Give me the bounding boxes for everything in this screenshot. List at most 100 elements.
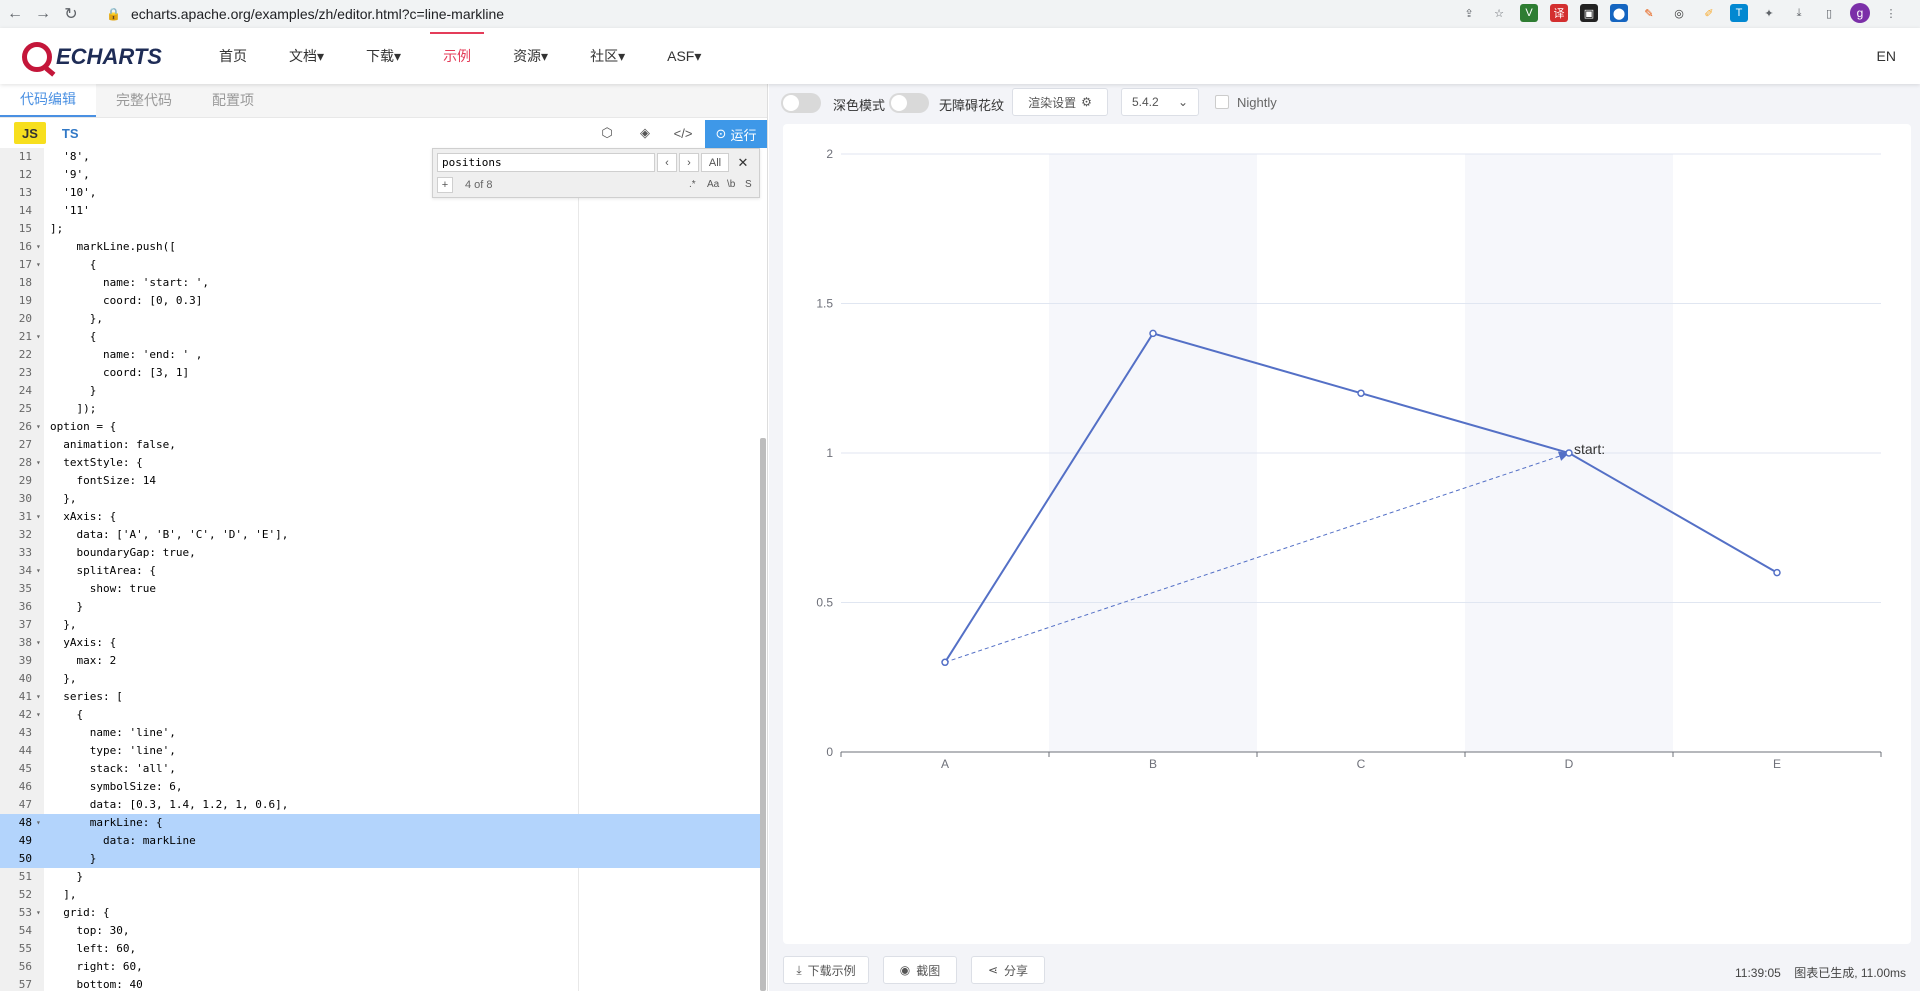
share-icon[interactable]: ⇪: [1460, 4, 1478, 22]
fold-arrow-icon[interactable]: ▾: [36, 256, 41, 274]
nav-download[interactable]: 下载▾: [345, 28, 422, 84]
code-extension-icon[interactable]: ◎: [1670, 4, 1688, 22]
sidepanel-icon[interactable]: ▯: [1820, 4, 1838, 22]
find-all-button[interactable]: All: [701, 153, 729, 172]
nav-asf[interactable]: ASF▾: [646, 28, 722, 84]
code-format-icon[interactable]: </>: [674, 124, 693, 142]
line-text: series: [: [50, 690, 123, 703]
close-icon[interactable]: ✕: [733, 153, 753, 172]
nav-community[interactable]: 社区▾: [569, 28, 646, 84]
download-example-button[interactable]: ⤓ 下载示例: [783, 956, 869, 984]
fold-arrow-icon[interactable]: ▾: [36, 238, 41, 256]
puzzle-icon[interactable]: ✦: [1760, 4, 1778, 22]
nav-resources[interactable]: 资源▾: [492, 28, 569, 84]
pen-extension-icon[interactable]: ✎: [1640, 4, 1658, 22]
code-line: 26 ▾ option = {: [0, 418, 760, 436]
fold-arrow-icon[interactable]: ▾: [36, 508, 41, 526]
echarts-logo[interactable]: ECHARTS: [22, 42, 162, 72]
aria-toggle[interactable]: [889, 93, 929, 113]
tab-full-code[interactable]: 完整代码: [96, 83, 192, 117]
reload-icon[interactable]: ↻: [58, 1, 84, 27]
picker-extension-icon[interactable]: ⬤: [1610, 4, 1628, 22]
dark-mode-toggle[interactable]: [781, 93, 821, 113]
line-number: 20: [18, 312, 32, 325]
case-option[interactable]: Aa: [707, 179, 719, 190]
codepen-icon[interactable]: ⬡: [598, 124, 616, 142]
t-extension-icon[interactable]: T: [1730, 4, 1748, 22]
render-settings-button[interactable]: 渲染设置 ⚙: [1012, 88, 1108, 116]
line-text: data: markLine: [50, 834, 196, 847]
fold-arrow-icon[interactable]: ▾: [36, 814, 41, 832]
fold-arrow-icon[interactable]: ▾: [36, 418, 41, 436]
screenshot-button[interactable]: ◉ 截图: [883, 956, 957, 984]
line-text: bottom: 40: [50, 978, 143, 991]
nav-docs[interactable]: 文档▾: [268, 28, 345, 84]
line-text: markLine.push([: [50, 240, 176, 253]
run-button[interactable]: ⊙ 运行: [705, 120, 767, 148]
series-point: [1149, 329, 1157, 338]
fold-arrow-icon[interactable]: ▾: [36, 328, 41, 346]
qr-extension-icon[interactable]: ▣: [1580, 4, 1598, 22]
download-icon[interactable]: ⤓: [1790, 4, 1808, 22]
editor-scrollbar[interactable]: [760, 438, 766, 991]
code-line: 32 data: ['A', 'B', 'C', 'D', 'E'],: [0, 526, 760, 544]
series-point: [1773, 568, 1781, 577]
word-option[interactable]: \b: [727, 179, 735, 190]
line-number: 51: [18, 870, 32, 883]
version-select[interactable]: 5.4.2 ⌄: [1121, 88, 1199, 116]
editor-pane: 代码编辑 完整代码 配置项 JS TS ⬡ ◈ </> ⊙ 运行 11 '8',…: [0, 83, 768, 991]
fold-arrow-icon[interactable]: ▾: [36, 454, 41, 472]
nightly-checkbox[interactable]: [1215, 95, 1229, 109]
code-line: 56 right: 60,: [0, 958, 760, 976]
find-prev-icon[interactable]: ‹: [657, 153, 677, 172]
fold-arrow-icon[interactable]: ▾: [36, 706, 41, 724]
line-text: {: [50, 258, 97, 271]
markline-label: start:: [1574, 441, 1605, 457]
fold-arrow-icon[interactable]: ▾: [36, 562, 41, 580]
line-number: 55: [18, 942, 32, 955]
back-icon[interactable]: ←: [2, 1, 28, 27]
codesandbox-icon[interactable]: ◈: [636, 124, 654, 142]
translate-extension-icon[interactable]: 译: [1550, 4, 1568, 22]
dark-mode-label: 深色模式: [833, 98, 886, 113]
editor-tabs: 代码编辑 完整代码 配置项: [0, 83, 767, 118]
code-line: 31 ▾ xAxis: {: [0, 508, 760, 526]
code-line: 43 name: 'line',: [0, 724, 760, 742]
line-number: 35: [18, 582, 32, 595]
address-bar[interactable]: 🔒 echarts.apache.org/examples/zh/editor.…: [106, 2, 1486, 26]
logo-mark-icon: [22, 42, 52, 72]
search-count: 4 of 8: [465, 179, 493, 191]
forward-icon[interactable]: →: [30, 1, 56, 27]
fold-arrow-icon[interactable]: ▾: [36, 904, 41, 922]
language-switch[interactable]: EN: [1877, 48, 1896, 64]
vue-extension-icon[interactable]: V: [1520, 4, 1538, 22]
selection-option[interactable]: S: [745, 179, 752, 190]
line-text: symbolSize: 6,: [50, 780, 183, 793]
highlighter-extension-icon[interactable]: ✐: [1700, 4, 1718, 22]
tab-code-edit[interactable]: 代码编辑: [0, 83, 96, 117]
fold-arrow-icon[interactable]: ▾: [36, 688, 41, 706]
toggle-replace-button[interactable]: +: [437, 177, 453, 193]
code-editor[interactable]: 11 '8', 12 '9', 13 '10', 14 '11' 15]; 16 ▾ mar…: [0, 148, 768, 991]
ts-button[interactable]: TS: [54, 122, 87, 144]
js-button[interactable]: JS: [14, 122, 46, 144]
line-number: 13: [18, 186, 32, 199]
line-number: 30: [18, 492, 32, 505]
search-input[interactable]: positions: [437, 153, 655, 172]
line-text: },: [50, 618, 77, 631]
find-next-icon[interactable]: ›: [679, 153, 699, 172]
nav-examples[interactable]: 示例: [422, 28, 492, 84]
nav-home[interactable]: 首页: [198, 28, 268, 84]
line-number: 22: [18, 348, 32, 361]
line-text: ];: [50, 222, 64, 235]
profile-avatar[interactable]: g: [1850, 3, 1870, 23]
code-line: 51 }: [0, 868, 760, 886]
menu-icon[interactable]: ⋮: [1882, 4, 1900, 22]
star-icon[interactable]: ☆: [1490, 4, 1508, 22]
tab-options[interactable]: 配置项: [192, 83, 274, 117]
line-number: 57: [18, 978, 32, 991]
regex-option[interactable]: .*: [689, 179, 696, 190]
share-button[interactable]: ⋖ 分享: [971, 956, 1045, 984]
fold-arrow-icon[interactable]: ▾: [36, 634, 41, 652]
y-tick-label: 0: [826, 745, 833, 759]
